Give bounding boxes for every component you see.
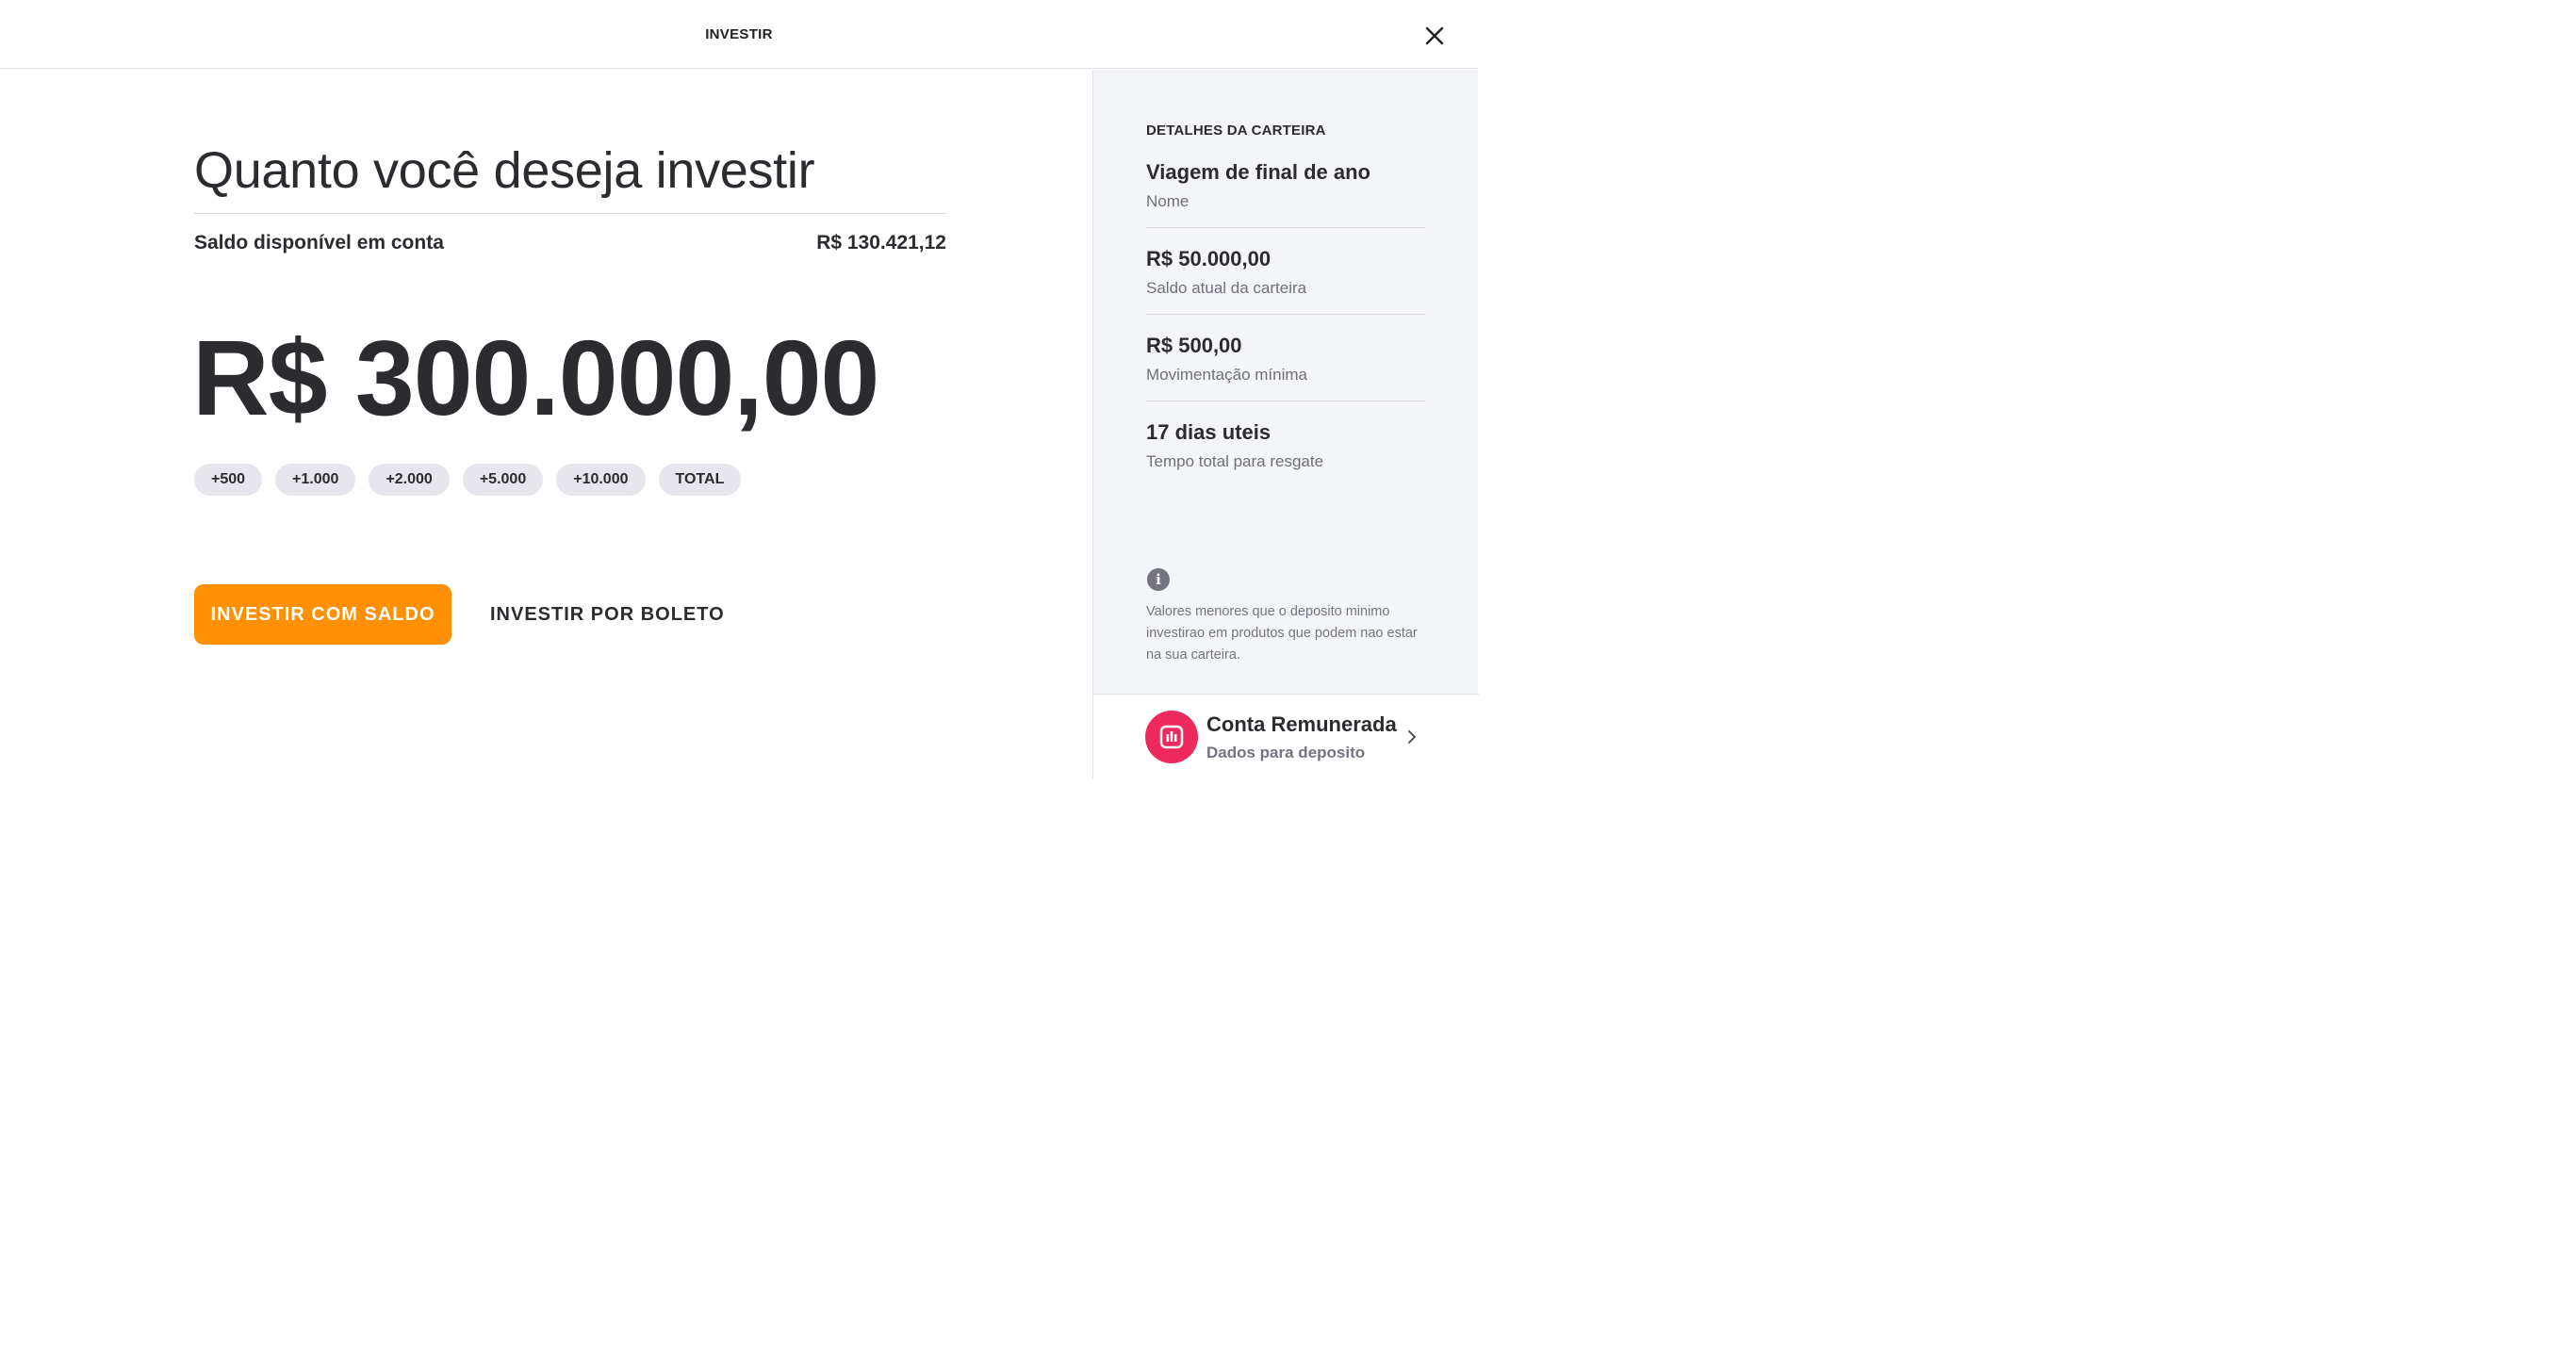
balance-value: R$ 130.421,12 xyxy=(816,232,946,254)
detail-label: Nome xyxy=(1146,192,1190,210)
chip-add-500[interactable]: +500 xyxy=(194,464,263,496)
info-icon: i xyxy=(1147,568,1170,591)
detail-balance: R$ 50.000,00 Saldo atual da carteira xyxy=(1146,247,1426,298)
wallet-details-panel: DETALHES DA CARTEIRA Viagem de final de … xyxy=(1092,70,1479,779)
bar-chart-icon xyxy=(1145,711,1198,763)
balance-label: Saldo disponível em conta xyxy=(194,232,444,254)
chip-add-1000[interactable]: +1.000 xyxy=(275,464,356,496)
divider xyxy=(1146,227,1426,228)
detail-label: Tempo total para resgate xyxy=(1146,452,1324,470)
detail-name: Viagem de final de ano Nome xyxy=(1146,160,1426,211)
invest-with-balance-button[interactable]: INVESTIR COM SALDO xyxy=(194,584,451,645)
detail-value: R$ 50.000,00 xyxy=(1146,247,1272,270)
chip-add-10000[interactable]: +10.000 xyxy=(556,464,646,496)
account-subtitle: Dados para deposito xyxy=(1206,744,1366,761)
detail-value: Viagem de final de ano xyxy=(1146,160,1370,184)
detail-redemption-time: 17 dias uteis Tempo total para resgate xyxy=(1146,420,1426,471)
info-note: Valores menores que o deposito minimo in… xyxy=(1146,604,1418,663)
wallet-details-heading: DETALHES DA CARTEIRA xyxy=(1146,123,1326,139)
divider xyxy=(1146,314,1426,315)
question-heading: Quanto você deseja investir xyxy=(194,142,815,199)
detail-value: 17 dias uteis xyxy=(1146,420,1272,444)
divider xyxy=(194,213,946,214)
chevron-right-icon xyxy=(1406,728,1418,750)
account-card[interactable]: Conta Remunerada Dados para deposito xyxy=(1093,694,1479,779)
detail-min-movement: R$ 500,00 Movimentação mínima xyxy=(1146,334,1426,384)
page-title: INVESTIR xyxy=(705,26,773,42)
close-icon[interactable] xyxy=(1421,23,1448,49)
chip-add-5000[interactable]: +5.000 xyxy=(462,464,544,496)
detail-value: R$ 500,00 xyxy=(1146,334,1242,357)
quick-add-chips: +500 +1.000 +2.000 +5.000 +10.000 TOTAL xyxy=(194,464,742,496)
chip-add-2000[interactable]: +2.000 xyxy=(369,464,450,496)
account-title: Conta Remunerada xyxy=(1206,712,1397,736)
detail-label: Movimentação mínima xyxy=(1146,366,1308,384)
detail-label: Saldo atual da carteira xyxy=(1146,279,1307,297)
top-bar: INVESTIR xyxy=(0,0,1478,69)
amount-input[interactable]: R$ 300.000,00 xyxy=(192,317,879,439)
investment-form: Quanto você deseja investir Saldo dispon… xyxy=(0,70,1092,779)
invest-by-boleto-button[interactable]: INVESTIR POR BOLETO xyxy=(490,584,725,645)
chip-total[interactable]: TOTAL xyxy=(658,464,742,496)
